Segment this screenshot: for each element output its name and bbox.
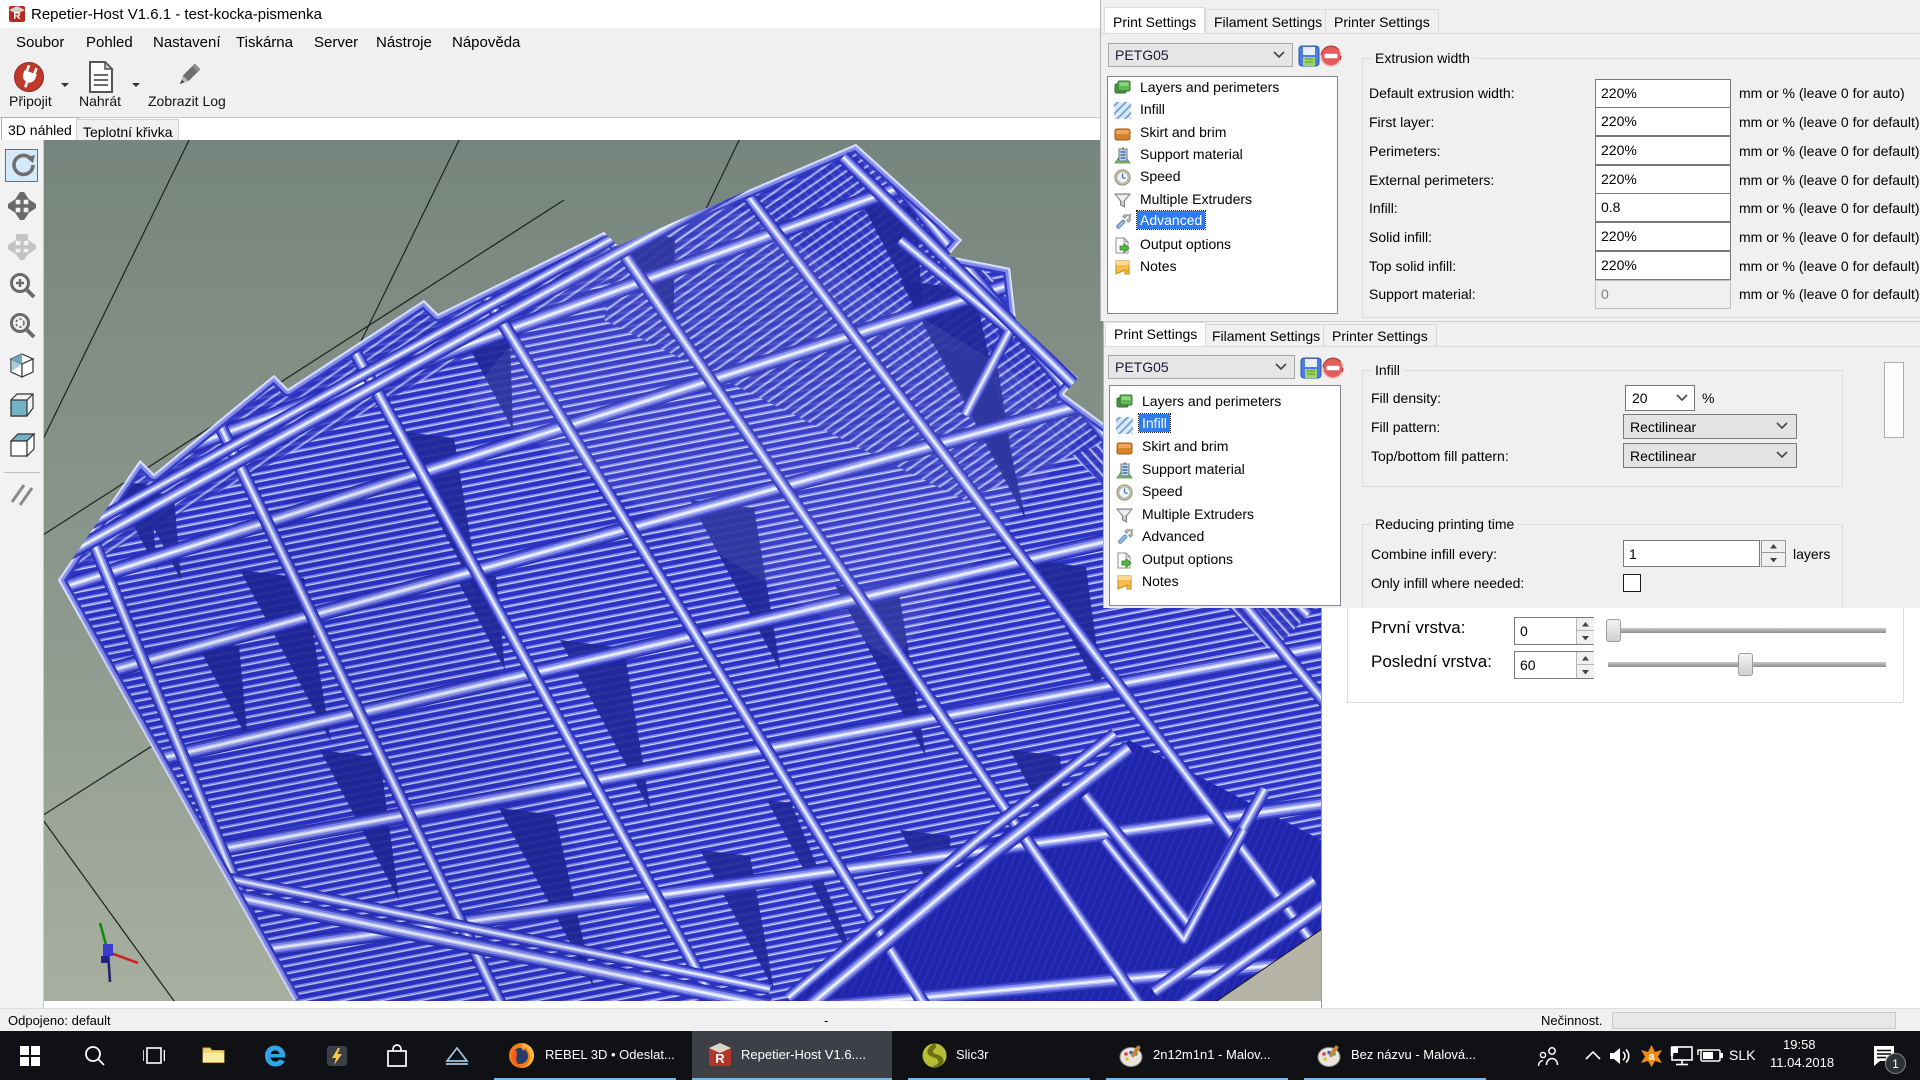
svg-text:R: R: [13, 11, 21, 22]
svg-text:R: R: [715, 1051, 725, 1066]
svg-text:a: a: [1648, 1051, 1655, 1063]
